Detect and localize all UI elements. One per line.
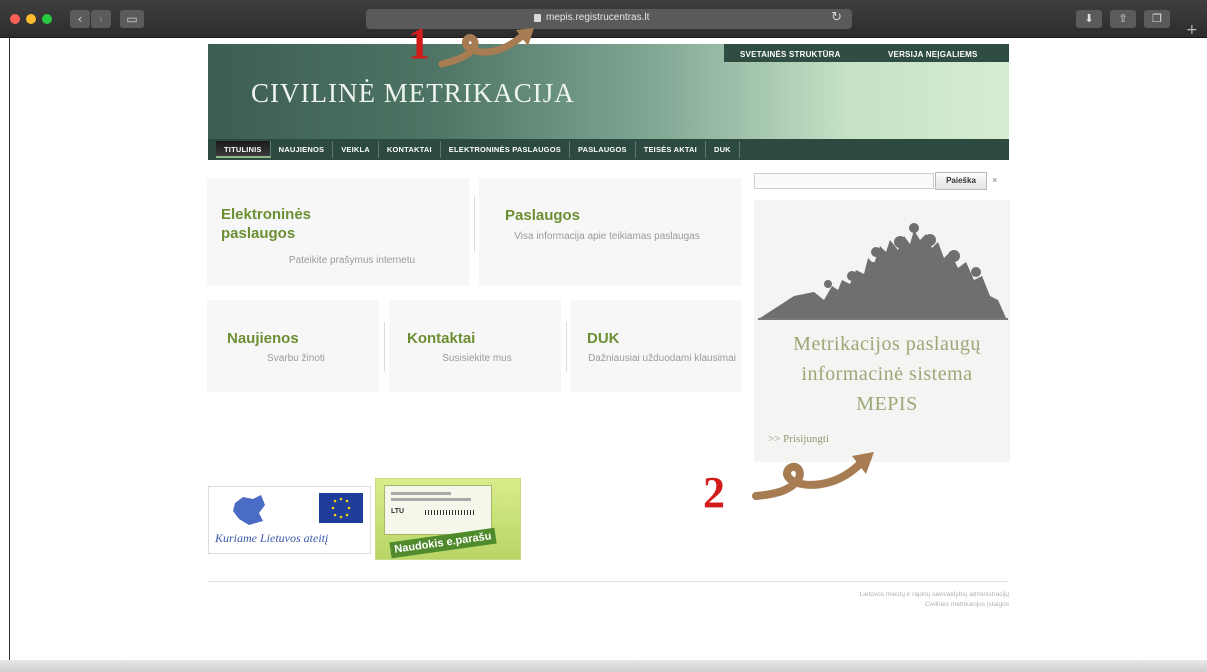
eu-slogan: Kuriame Lietuvos ateitį [215, 531, 329, 545]
tile-electronic-services[interactable]: Elektroninės paslaugos Pateikite prašymu… [207, 178, 469, 286]
share-icon[interactable]: ⇧ [1110, 10, 1136, 28]
tile-services[interactable]: Paslaugos Visa informacija apie teikiama… [479, 178, 741, 286]
card-text-line [391, 492, 451, 495]
new-tab-icon[interactable]: + [1186, 22, 1198, 38]
tile-contacts[interactable]: Kontaktai Susisiekite mus [389, 300, 561, 392]
accessibility-version-link[interactable]: VERSIJA NEĮGALIEMS [888, 50, 978, 59]
card-country-code: LTU [391, 508, 405, 515]
tile-title[interactable]: Kontaktai [407, 329, 475, 348]
clear-search-icon[interactable]: × [992, 175, 997, 185]
tile-description: Pateikite prašymus internetu [288, 255, 416, 266]
mepis-title-line: MEPIS [856, 393, 918, 415]
tabs-overview-icon[interactable]: ❐ [1144, 10, 1170, 28]
main-navigation: TITULINIS NAUJIENOS VEIKLA KONTAKTAI ELE… [208, 139, 1009, 160]
footer-line: Civilinės metrikacijos įstaigos [924, 601, 1009, 608]
id-card-illustration: LTU [384, 485, 492, 535]
footer-divider [208, 581, 1009, 582]
search-button[interactable]: Paieška [935, 172, 987, 190]
annotation-number-2: 2 [703, 468, 725, 517]
mepis-title-line: Metrikacijos paslaugų [793, 333, 981, 355]
nav-item-paslaugos[interactable]: PASLAUGOS [570, 141, 636, 158]
search-input[interactable] [754, 173, 934, 189]
footer-line: Lietuvos miestų ir rajonų savivaldybių a… [859, 591, 1009, 598]
mepis-title-line: informacinė sistema [801, 363, 973, 385]
nav-item-kontaktai[interactable]: KONTAKTAI [379, 141, 441, 158]
card-barcode [425, 510, 475, 515]
tile-title[interactable]: DUK [587, 329, 620, 348]
lithuania-map-icon [233, 495, 265, 525]
tile-news[interactable]: Naujienos Svarbu žinoti [207, 300, 379, 392]
tile-description: Dažniausiai užduodami klausimai [588, 353, 736, 364]
zoom-window-button[interactable] [42, 14, 52, 24]
tile-title[interactable]: Elektroninės paslaugos [221, 205, 361, 243]
tile-divider [566, 322, 567, 372]
mepis-title: Metrikacijos paslaugų informacinė sistem… [762, 329, 1012, 419]
back-arrow-icon[interactable]: ‹ [70, 10, 90, 28]
nav-item-elektronines-paslaugos[interactable]: ELEKTRONINĖS PASLAUGOS [441, 141, 570, 158]
nav-item-titulinis[interactable]: TITULINIS [216, 141, 271, 158]
eu-stars-icon [331, 497, 351, 519]
eu-flag-icon [319, 493, 363, 523]
eu-funding-logo[interactable]: Kuriame Lietuvos ateitį [208, 486, 371, 554]
browser-toolbar: ‹ › ▭ mepis.registrucentras.lt ↻ ⬇ ⇧ ❐ + [0, 0, 1207, 38]
tile-title[interactable]: Naujienos [227, 329, 299, 348]
forward-arrow-icon[interactable]: › [91, 10, 111, 28]
close-window-button[interactable] [10, 14, 20, 24]
site-title[interactable]: CIVILINĖ METRIKACIJA [251, 78, 575, 109]
nav-item-naujienos[interactable]: NAUJIENOS [271, 141, 334, 158]
site-structure-link[interactable]: SVETAINĖS STRUKTŪRA [740, 50, 841, 59]
annotation-arrow-1-icon [438, 28, 534, 68]
nav-item-teises-aktai[interactable]: TEISĖS AKTAI [636, 141, 706, 158]
reload-icon[interactable]: ↻ [831, 10, 842, 25]
annotation-number-1: 1 [408, 19, 430, 68]
footer-text: Lietuvos miestų ir rajonų savivaldybių a… [860, 590, 1009, 610]
card-text-line [391, 498, 471, 501]
tile-description: Visa informacija apie teikiamas paslauga… [514, 231, 700, 242]
tile-faq[interactable]: DUK Dažniausiai užduodami klausimai [571, 300, 741, 392]
downloads-icon[interactable]: ⬇ [1076, 10, 1102, 28]
nav-item-duk[interactable]: DUK [706, 141, 740, 158]
site-header-banner: SVETAINĖS STRUKTŪRA VERSIJA NEĮGALIEMS C… [208, 44, 1009, 139]
nav-item-veikla[interactable]: VEIKLA [333, 141, 379, 158]
tile-description: Svarbu žinoti [267, 353, 325, 364]
login-link[interactable]: >> Prisijungti [768, 433, 829, 445]
lock-icon [534, 14, 541, 22]
family-silhouette-illustration [758, 223, 1008, 320]
mepis-panel[interactable]: Metrikacijos paslaugų informacinė sistem… [754, 200, 1010, 462]
url-text: mepis.registrucentras.lt [546, 12, 650, 23]
tile-title[interactable]: Paslaugos [505, 206, 580, 225]
minimize-window-button[interactable] [26, 14, 36, 24]
window-bottom-edge [0, 660, 1207, 672]
annotation-arrow-2-icon [752, 452, 874, 500]
tile-description: Susisiekite mus [442, 353, 512, 364]
sidebar-icon[interactable]: ▭ [120, 10, 144, 28]
tile-divider [384, 322, 385, 372]
e-signature-banner[interactable]: LTU Naudokis e.parašu [375, 478, 521, 560]
tile-divider [474, 196, 475, 252]
